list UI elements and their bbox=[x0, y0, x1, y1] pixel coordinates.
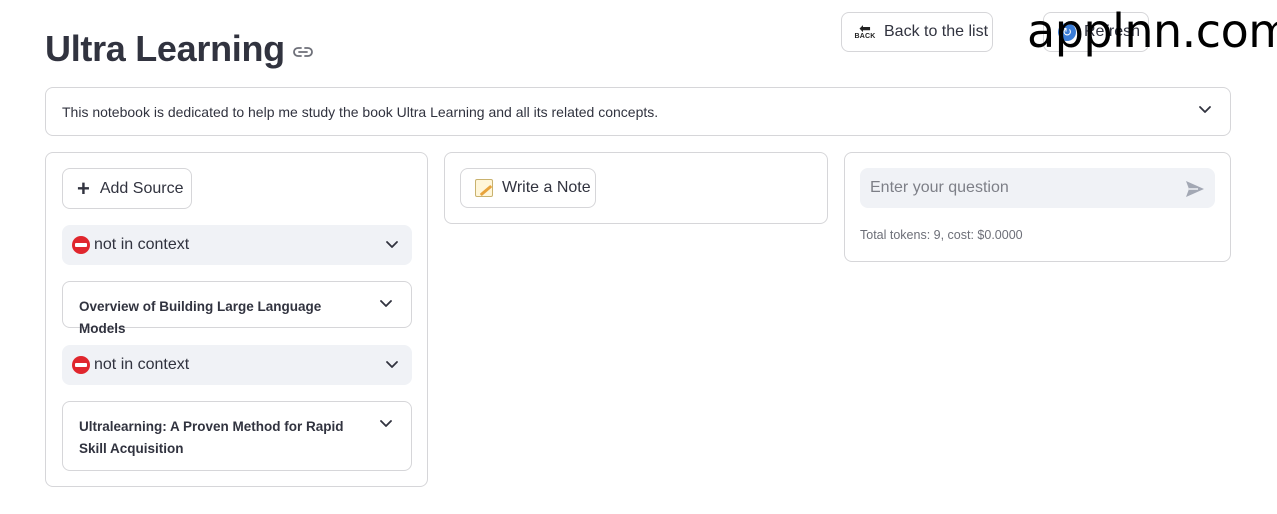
source-context-toggle[interactable]: not in context bbox=[62, 345, 412, 385]
source-card[interactable]: Ultralearning: A Proven Method for Rapid… bbox=[62, 401, 412, 471]
chevron-down-icon bbox=[379, 419, 393, 429]
link-icon[interactable] bbox=[292, 46, 313, 58]
send-icon[interactable] bbox=[1185, 180, 1205, 198]
chevron-down-icon bbox=[1198, 105, 1212, 115]
no-entry-icon bbox=[72, 356, 90, 374]
chevron-down-icon bbox=[385, 240, 399, 250]
write-note-button[interactable]: Write a Note bbox=[460, 168, 596, 208]
memo-icon bbox=[475, 179, 493, 197]
token-usage-text: Total tokens: 9, cost: $0.0000 bbox=[860, 228, 1023, 242]
chevron-down-icon bbox=[379, 299, 393, 309]
source-title: Overview of Building Large Language Mode… bbox=[79, 299, 322, 336]
refresh-label: Refresh bbox=[1084, 23, 1141, 40]
back-to-list-label: Back to the list bbox=[884, 23, 989, 40]
notebook-description-expander[interactable]: This notebook is dedicated to help me st… bbox=[45, 87, 1231, 136]
chat-panel: Total tokens: 9, cost: $0.0000 bbox=[844, 152, 1231, 262]
context-status: not in context bbox=[94, 356, 190, 373]
source-title: Ultralearning: A Proven Method for Rapid… bbox=[79, 419, 344, 456]
page-title: Ultra Learning bbox=[45, 28, 285, 69]
back-to-list-button[interactable]: ⬅ BACK Back to the list bbox=[841, 12, 993, 52]
add-source-button[interactable]: + Add Source bbox=[62, 168, 192, 209]
context-status: not in context bbox=[94, 236, 190, 253]
question-input[interactable] bbox=[860, 168, 1215, 208]
notes-panel: Write a Note bbox=[444, 152, 828, 224]
page-header: Ultra Learning bbox=[45, 28, 313, 70]
notebook-description: This notebook is dedicated to help me st… bbox=[62, 103, 659, 120]
source-context-toggle[interactable]: not in context bbox=[62, 225, 412, 265]
no-entry-icon bbox=[72, 236, 90, 254]
sources-panel: + Add Source not in context Overview of … bbox=[45, 152, 428, 487]
back-arrow-icon: ⬅ BACK bbox=[854, 20, 876, 40]
add-source-label: Add Source bbox=[99, 179, 184, 197]
source-card[interactable]: Overview of Building Large Language Mode… bbox=[62, 281, 412, 336]
refresh-button[interactable]: ↻ Refresh bbox=[1043, 12, 1149, 52]
plus-icon: + bbox=[77, 175, 90, 201]
refresh-icon: ↻ bbox=[1058, 23, 1076, 41]
chevron-down-icon bbox=[385, 360, 399, 370]
write-note-label: Write a Note bbox=[502, 179, 591, 196]
